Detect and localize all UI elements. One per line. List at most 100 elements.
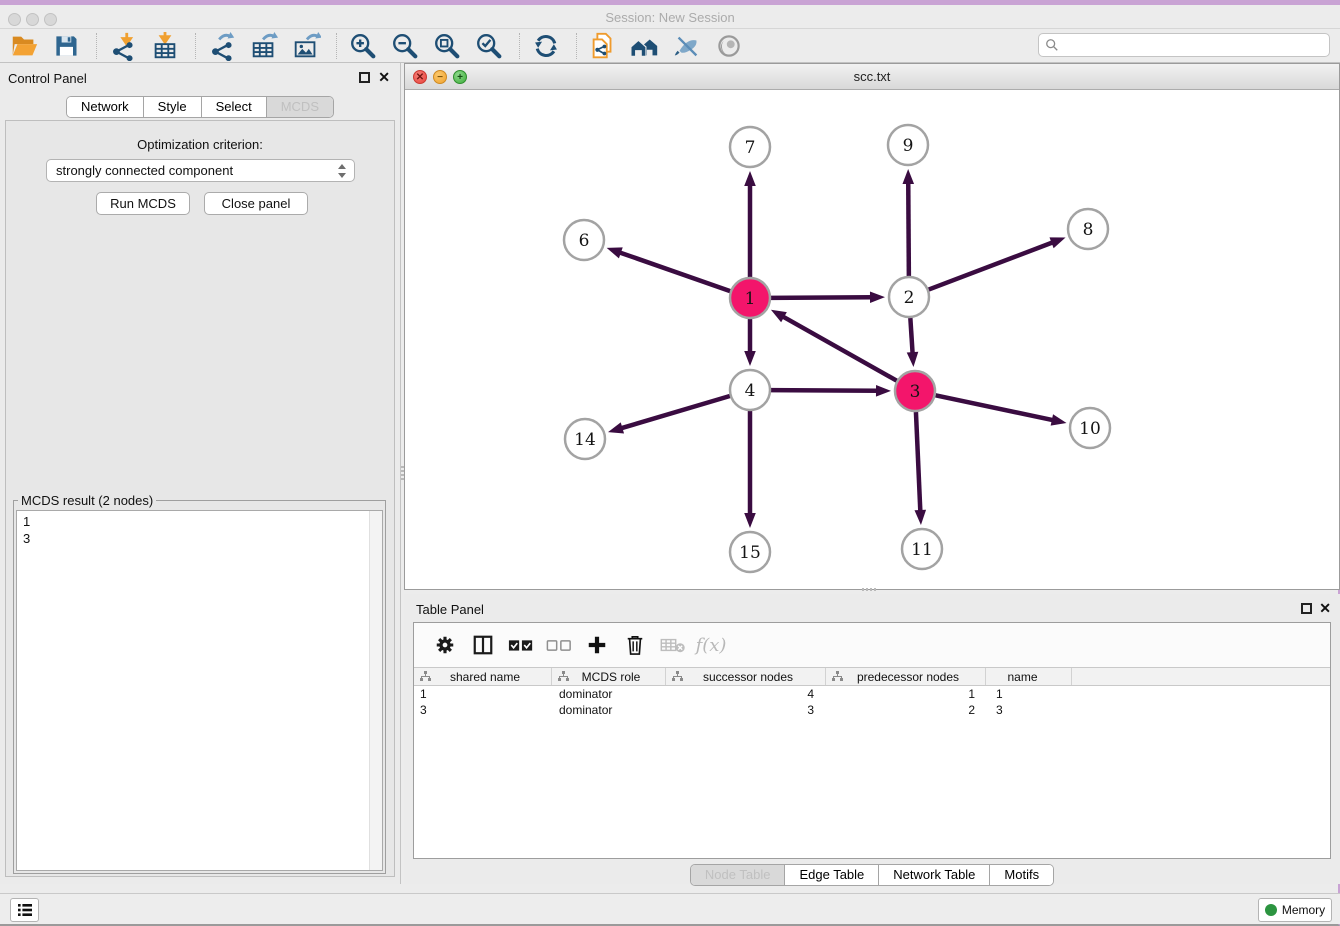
create-new-column-icon[interactable] (582, 630, 612, 660)
delete-table-icon[interactable] (658, 630, 688, 660)
graph-node-7[interactable]: 7 (730, 127, 770, 167)
toolbar-separator (195, 33, 196, 59)
control-tab-network[interactable]: Network (67, 97, 143, 117)
float-table-panel-icon[interactable] (1301, 603, 1312, 614)
graph-node-8[interactable]: 8 (1068, 209, 1108, 249)
search-input[interactable] (1059, 36, 1329, 54)
column-header-successor-nodes[interactable]: successor nodes (666, 668, 826, 685)
close-panel-icon[interactable]: ✕ (378, 69, 390, 85)
table-cell[interactable]: 3 (668, 702, 829, 718)
graph-edge-2-3[interactable] (910, 318, 912, 354)
graph-node-15[interactable]: 15 (730, 532, 770, 572)
table-cell[interactable]: dominator (553, 686, 668, 702)
graph-edge-4-3[interactable] (771, 390, 878, 391)
apply-layout-refresh-icon[interactable] (530, 31, 562, 61)
splitter-grip-vertical[interactable] (401, 466, 404, 482)
network-canvas-svg[interactable]: 7 9 6 8 1 2 4 3 14 10 15 11 (405, 90, 1339, 589)
table-cell[interactable]: 1 (990, 686, 1077, 702)
save-session-icon[interactable] (50, 31, 82, 61)
select-all-columns-icon[interactable] (506, 630, 536, 660)
zoom-in-icon[interactable] (347, 31, 379, 61)
column-header-label: shared name (431, 670, 551, 684)
graph-edge-2-9[interactable] (908, 182, 909, 276)
table-cell[interactable]: 1 (829, 686, 990, 702)
first-neighbors-home-icon[interactable] (629, 31, 661, 61)
zoom-selected-icon[interactable] (473, 31, 505, 61)
column-header-name[interactable]: name (986, 668, 1072, 685)
graph-node-3[interactable]: 3 (895, 371, 935, 411)
svg-text:2: 2 (904, 288, 915, 308)
graph-edge-4-14[interactable] (620, 396, 729, 428)
network-window-titlebar: ✕ − + scc.txt (405, 64, 1339, 90)
graph-edge-3-10[interactable] (936, 395, 1054, 420)
control-tab-style[interactable]: Style (143, 97, 201, 117)
table-cell[interactable]: 1 (414, 686, 553, 702)
graph-edge-1-2[interactable] (771, 297, 872, 298)
graph-edge-3-1[interactable] (782, 316, 896, 381)
graph-node-6[interactable]: 6 (564, 220, 604, 260)
graph-node-14[interactable]: 14 (565, 419, 605, 459)
table-settings-gear-icon[interactable] (430, 630, 460, 660)
table-row[interactable]: 3dominator323 (414, 702, 1330, 718)
graph-edge-3-11[interactable] (916, 412, 920, 512)
task-history-button[interactable] (10, 898, 39, 922)
export-table-icon[interactable] (248, 31, 280, 61)
column-layout-icon[interactable] (468, 630, 498, 660)
result-scrollbar[interactable] (369, 511, 382, 870)
deselect-all-columns-icon[interactable] (544, 630, 574, 660)
graph-edge-arrowhead (1049, 237, 1065, 248)
graph-node-11[interactable]: 11 (902, 529, 942, 569)
graph-edge-arrowhead (744, 351, 756, 366)
hide-graphics-details-icon[interactable] (671, 31, 703, 61)
show-graphics-details-eye-icon[interactable] (713, 31, 745, 61)
svg-text:4: 4 (745, 381, 756, 401)
splitter-grip-horizontal[interactable] (862, 588, 878, 591)
graph-node-4[interactable]: 4 (730, 370, 770, 410)
zoom-fit-icon[interactable] (431, 31, 463, 61)
graph-node-1[interactable]: 1 (730, 278, 770, 318)
window-title: Session: New Session (0, 10, 1340, 25)
table-tab-edge-table[interactable]: Edge Table (784, 865, 878, 885)
graph-node-10[interactable]: 10 (1070, 408, 1110, 448)
control-tab-mcds[interactable]: MCDS (266, 97, 333, 117)
table-cell[interactable]: 2 (829, 702, 990, 718)
table-cell[interactable]: 3 (990, 702, 1077, 718)
delete-columns-trash-icon[interactable] (620, 630, 650, 660)
table-tab-motifs[interactable]: Motifs (989, 865, 1053, 885)
float-panel-icon[interactable] (359, 72, 370, 83)
column-header-predecessor-nodes[interactable]: predecessor nodes (826, 668, 986, 685)
export-image-icon[interactable] (290, 31, 322, 61)
column-header-shared-name[interactable]: shared name (414, 668, 552, 685)
table-tab-node-table[interactable]: Node Table (691, 865, 785, 885)
graph-node-2[interactable]: 2 (889, 277, 929, 317)
table-cell[interactable]: dominator (553, 702, 668, 718)
close-table-panel-icon[interactable]: ✕ (1319, 600, 1331, 616)
export-network-icon[interactable] (206, 31, 238, 61)
table-tab-network-table[interactable]: Network Table (878, 865, 989, 885)
control-tab-select[interactable]: Select (201, 97, 266, 117)
memory-label: Memory (1282, 903, 1325, 917)
graph-edge-1-6[interactable] (619, 252, 730, 291)
memory-button[interactable]: Memory (1258, 898, 1332, 922)
close-panel-button[interactable]: Close panel (204, 192, 308, 215)
table-cell[interactable]: 4 (668, 686, 829, 702)
table-row[interactable]: 1dominator411 (414, 686, 1330, 702)
table-cell[interactable]: 3 (414, 702, 553, 718)
graph-edge-arrowhead (870, 291, 885, 303)
table-body: 1dominator4113dominator323 (414, 686, 1330, 718)
fx-label: f(x) (696, 635, 727, 656)
zoom-out-icon[interactable] (389, 31, 421, 61)
mcds-result-view[interactable]: 13 (16, 510, 383, 871)
import-table-icon[interactable] (149, 31, 181, 61)
column-header-mcds-role[interactable]: MCDS role (552, 668, 666, 685)
open-file-icon[interactable] (8, 31, 40, 61)
run-mcds-button[interactable]: Run MCDS (96, 192, 190, 215)
network-canvas[interactable]: 7 9 6 8 1 2 4 3 14 10 15 11 (405, 90, 1339, 589)
graph-edge-arrowhead (1051, 414, 1067, 425)
clone-network-icon[interactable] (587, 31, 619, 61)
graph-edge-2-8[interactable] (929, 242, 1054, 289)
svg-text:14: 14 (574, 430, 596, 450)
graph-node-9[interactable]: 9 (888, 125, 928, 165)
criterion-select[interactable]: strongly connected component (46, 159, 355, 182)
import-network-icon[interactable] (107, 31, 139, 61)
